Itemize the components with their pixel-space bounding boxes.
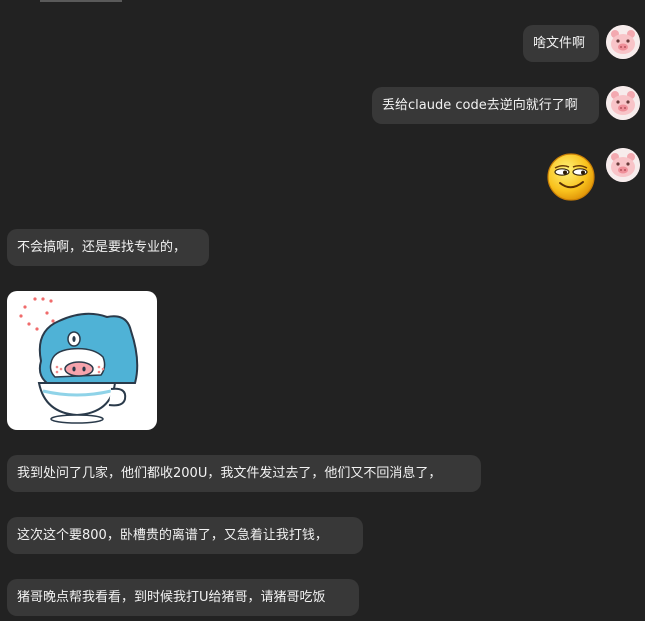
blue-shark-teacup-sticker[interactable] <box>7 291 157 430</box>
message-bubble-incoming[interactable]: 我到处问了几家，他们都收200U，我文件发过去了，他们又不回消息了， <box>7 455 481 492</box>
scrolled-message-edge <box>40 0 122 2</box>
message-bubble-outgoing[interactable]: 丢给claude code去逆向就行了啊 <box>372 87 599 124</box>
message-bubble-incoming[interactable]: 猪哥晚点帮我看看，到时候我打U给猪哥，请猪哥吃饭 <box>7 579 359 616</box>
pig-avatar-icon[interactable] <box>606 25 640 59</box>
message-bubble-outgoing[interactable]: 啥文件啊 <box>523 25 599 62</box>
pig-avatar-icon[interactable] <box>606 86 640 120</box>
pig-avatar-icon[interactable] <box>606 148 640 182</box>
chat-window: 啥文件啊 丢给claude code去逆向就行了啊 不会搞啊，还是要找专业的， … <box>0 0 645 621</box>
message-bubble-incoming[interactable]: 这次这个要800，卧槽贵的离谱了，又急着让我打钱， <box>7 517 363 554</box>
message-bubble-incoming[interactable]: 不会搞啊，还是要找专业的， <box>7 229 209 266</box>
smirk-emoji-icon[interactable] <box>546 152 596 202</box>
